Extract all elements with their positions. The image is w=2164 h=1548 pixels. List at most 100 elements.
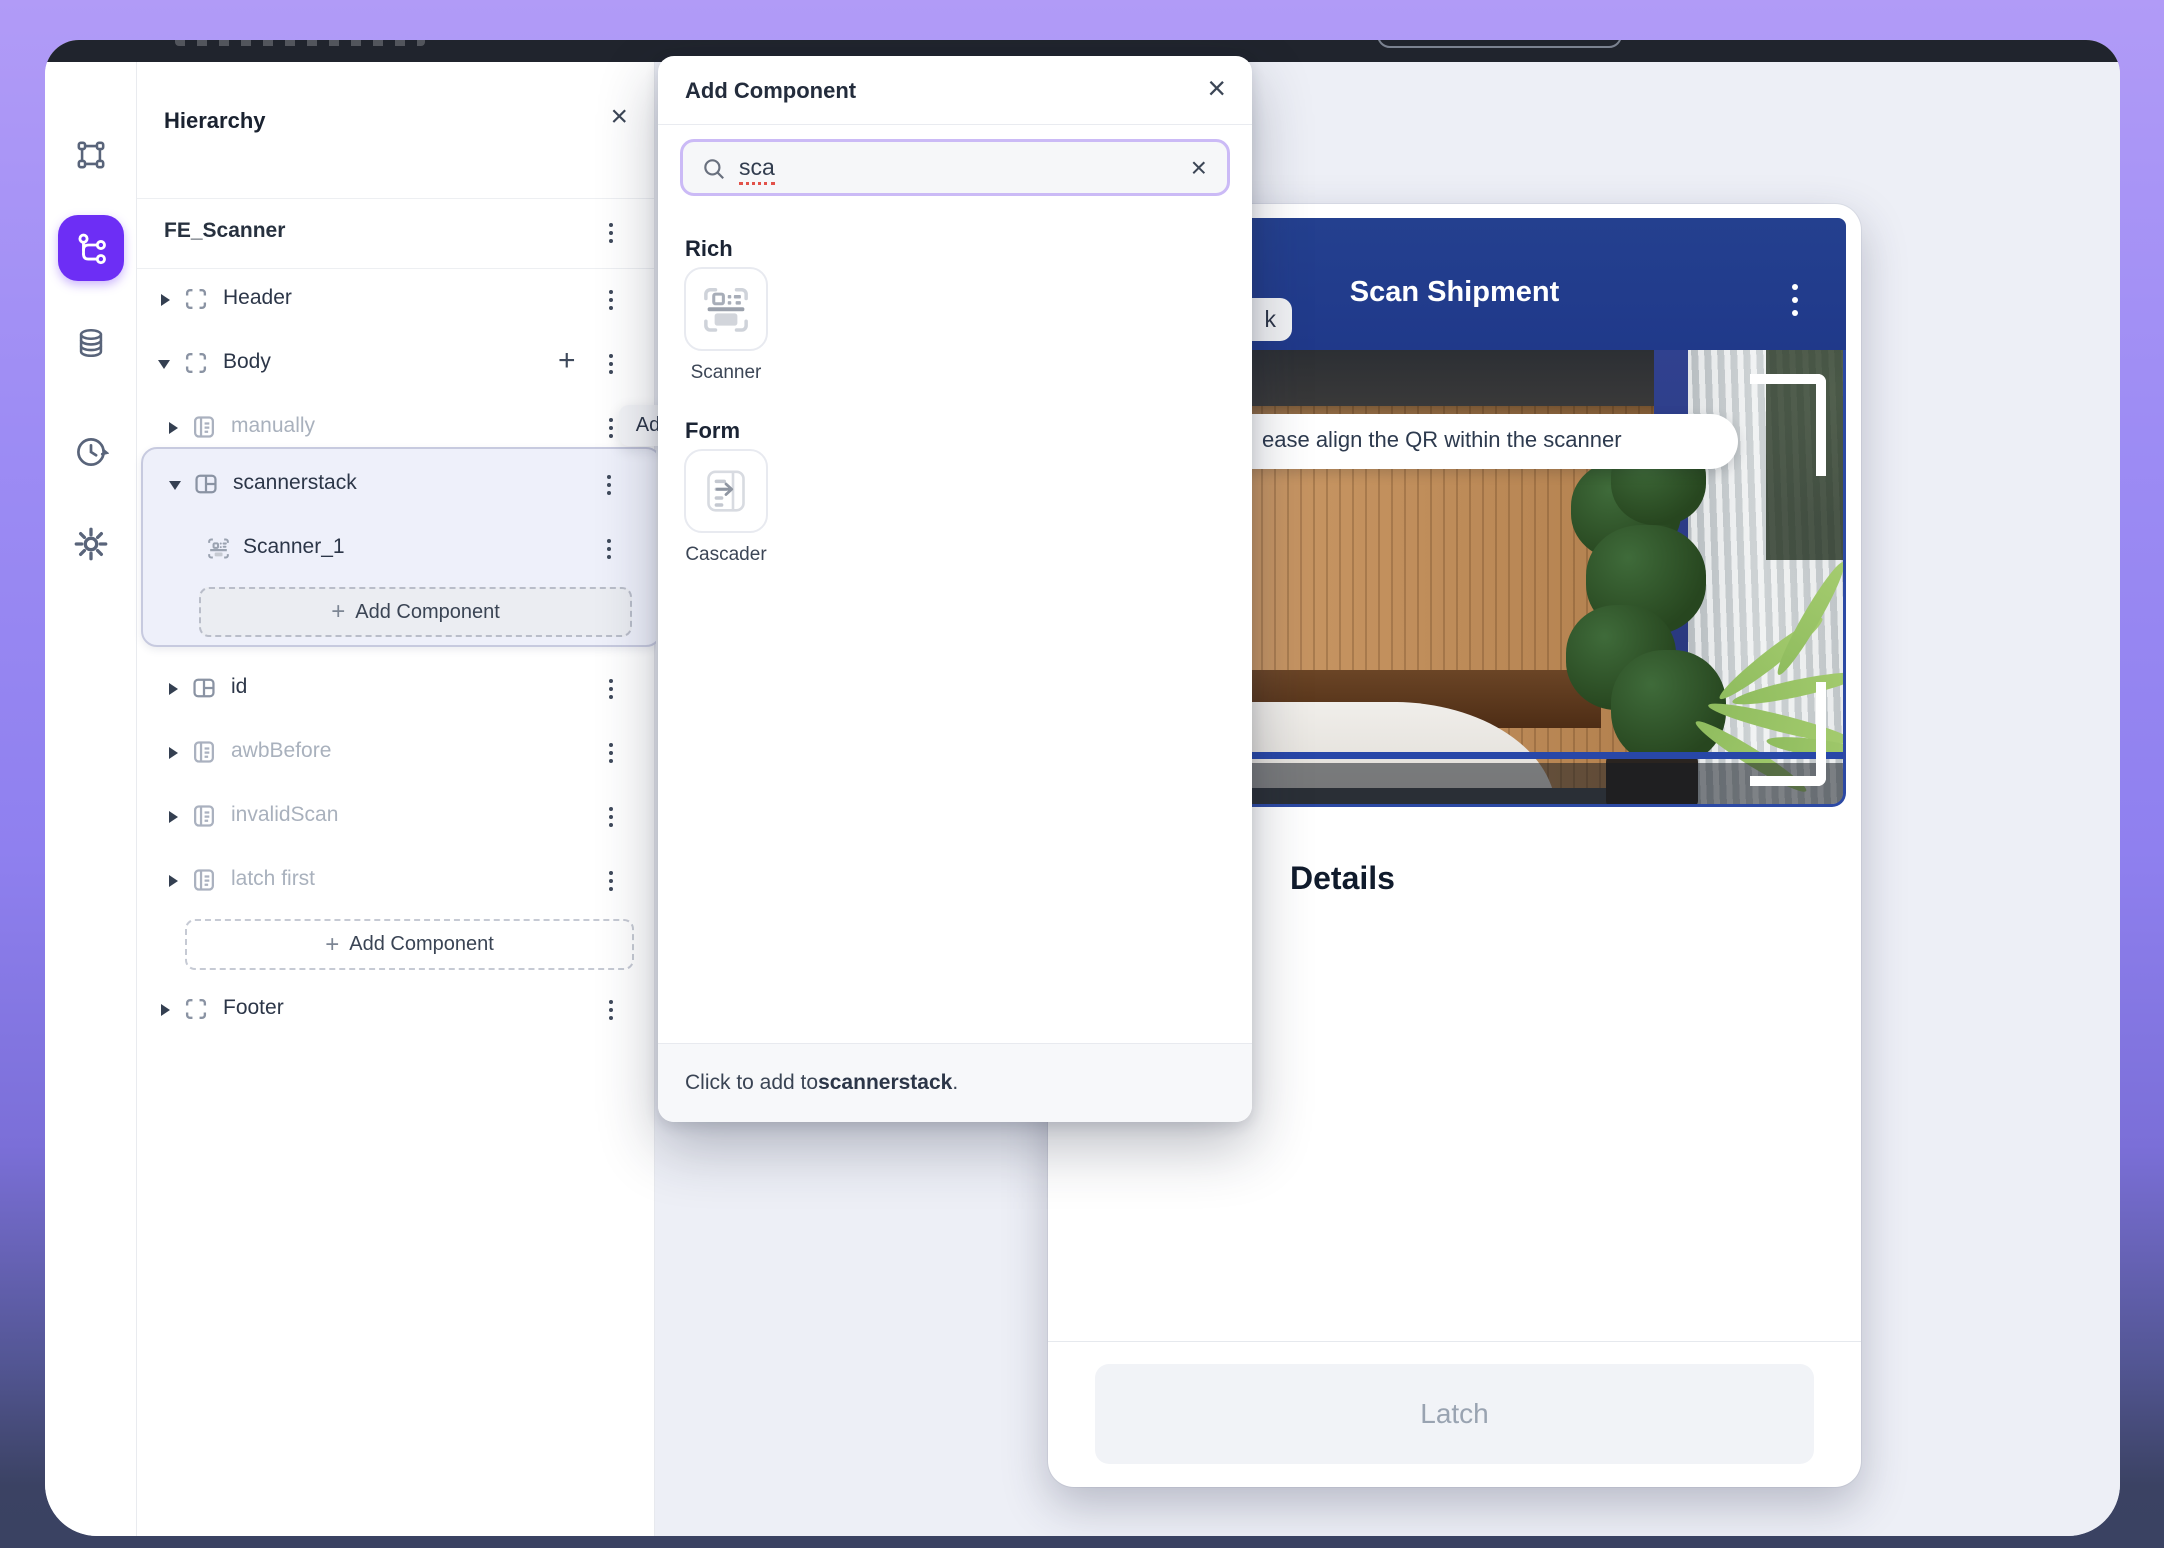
tree-row-label: Scanner_1 <box>243 535 345 559</box>
divider <box>1048 1341 1861 1342</box>
component-tree-icon[interactable] <box>58 215 124 281</box>
tree-row-label: scannerstack <box>233 471 357 495</box>
footer-text: Click to add to <box>685 1071 818 1095</box>
chevron-right-icon[interactable] <box>169 811 178 823</box>
list-panel-icon <box>191 867 217 893</box>
latch-button[interactable]: Latch <box>1095 1364 1814 1464</box>
hierarchy-tree: Header Body + <box>137 268 654 1536</box>
scanner-icon <box>205 535 232 562</box>
component-label: Scanner <box>684 362 768 384</box>
clear-search-icon[interactable]: × <box>1191 152 1207 184</box>
add-component-modal: Add Component × sca × Rich <box>658 56 1252 1122</box>
divider <box>658 124 1252 125</box>
selected-tree-group: scannerstack <box>141 447 662 647</box>
chevron-right-icon[interactable] <box>169 422 178 434</box>
plus-icon: + <box>331 598 345 626</box>
left-icon-sidebar <box>45 62 137 1536</box>
app-frame: Hierarchy × FE_Scanner He <box>0 0 2164 1548</box>
frame-container-icon <box>183 996 209 1022</box>
add-component-label: Add Component <box>355 601 500 624</box>
details-heading: Details <box>1290 860 1395 897</box>
history-icon[interactable] <box>45 434 137 470</box>
add-component-button[interactable]: + Add Component <box>185 919 634 970</box>
tree-row-footer[interactable]: Footer <box>137 978 654 1042</box>
root-label: FE_Scanner <box>164 219 285 243</box>
tree-row-body[interactable]: Body + <box>137 332 654 396</box>
kebab-menu-icon[interactable] <box>600 470 618 500</box>
close-icon[interactable]: × <box>610 102 628 132</box>
tree-row-label: awbBefore <box>231 739 331 763</box>
list-panel-icon <box>191 414 217 440</box>
preview-title: Scan Shipment <box>1350 276 1560 309</box>
search-value: sca <box>739 154 775 185</box>
database-icon[interactable] <box>45 326 137 360</box>
scan-frame-corner-icon <box>1750 682 1826 786</box>
tree-row-label: latch first <box>231 867 315 891</box>
chevron-right-icon[interactable] <box>161 1004 170 1016</box>
component-label: Cascader <box>684 544 768 566</box>
tree-row-scanner1[interactable]: Scanner_1 <box>143 517 660 581</box>
modal-title: Add Component <box>685 78 856 104</box>
section-heading-form: Form <box>685 418 740 444</box>
clipped-title-text <box>175 40 425 46</box>
list-panel-icon <box>191 803 217 829</box>
frame-container-icon <box>183 286 209 312</box>
list-panel-icon <box>191 739 217 765</box>
columns-layout-icon <box>191 675 217 701</box>
component-search-input[interactable]: sca × <box>680 139 1230 196</box>
kebab-menu-icon[interactable] <box>602 866 620 896</box>
settings-icon[interactable] <box>45 526 137 562</box>
tree-row-label: manually <box>231 414 315 438</box>
hierarchy-panel: Hierarchy × FE_Scanner He <box>137 62 655 1536</box>
clipped-pill-button[interactable] <box>1377 40 1622 48</box>
kebab-menu-icon[interactable] <box>602 674 620 704</box>
chevron-down-icon[interactable] <box>169 481 181 490</box>
tree-row-label: Body <box>223 350 271 374</box>
close-icon[interactable]: × <box>1207 72 1226 104</box>
frame-select-icon[interactable] <box>45 138 137 172</box>
kebab-menu-icon[interactable] <box>602 995 620 1025</box>
kebab-menu-icon[interactable] <box>602 218 620 248</box>
tree-row-scannerstack[interactable]: scannerstack <box>143 453 660 517</box>
cascader-component-tile[interactable] <box>684 449 768 533</box>
tree-row-label: id <box>231 675 247 699</box>
kebab-menu-icon[interactable] <box>602 413 620 443</box>
plus-icon: + <box>325 931 339 959</box>
section-heading-rich: Rich <box>685 236 733 262</box>
tree-row-latchfirst[interactable]: latch first <box>137 849 654 913</box>
kebab-menu-icon[interactable] <box>602 349 620 379</box>
kebab-menu-icon[interactable] <box>600 534 618 564</box>
kebab-menu-icon[interactable] <box>602 285 620 315</box>
tree-row-invalidscan[interactable]: invalidScan <box>137 785 654 849</box>
scanner-component-tile[interactable] <box>684 267 768 351</box>
tree-row-id[interactable]: id <box>137 657 654 721</box>
chevron-right-icon[interactable] <box>161 294 170 306</box>
scanner-alert-text: ease align the QR within the scanner <box>1262 427 1622 453</box>
kebab-menu-icon[interactable] <box>1792 284 1798 316</box>
scanner-icon <box>698 281 754 337</box>
tree-row-header[interactable]: Header <box>137 268 654 332</box>
cascader-icon <box>698 463 754 519</box>
footer-suffix: . <box>952 1071 958 1095</box>
panel-title: Hierarchy <box>164 108 266 134</box>
search-icon <box>701 156 727 182</box>
kebab-menu-icon[interactable] <box>602 738 620 768</box>
tree-row-label: Footer <box>223 996 284 1020</box>
tree-root-row[interactable]: FE_Scanner <box>137 199 654 268</box>
columns-layout-icon <box>193 471 219 497</box>
add-component-button[interactable]: + Add Component <box>199 587 632 637</box>
scan-frame-corner-icon <box>1750 374 1826 476</box>
chevron-right-icon[interactable] <box>169 747 178 759</box>
frame-container-icon <box>183 350 209 376</box>
chevron-right-icon[interactable] <box>169 683 178 695</box>
chevron-down-icon[interactable] <box>158 360 170 369</box>
kebab-menu-icon[interactable] <box>602 802 620 832</box>
plus-icon[interactable]: + <box>558 344 576 378</box>
hierarchy-header: Hierarchy × <box>137 62 654 198</box>
tree-row-label: invalidScan <box>231 803 338 827</box>
chevron-right-icon[interactable] <box>169 875 178 887</box>
tree-row-awbbefore[interactable]: awbBefore <box>137 721 654 785</box>
modal-footer: Click to add to scannerstack. <box>658 1043 1252 1122</box>
tree-row-label: Header <box>223 286 292 310</box>
add-component-label: Add Component <box>349 933 494 956</box>
